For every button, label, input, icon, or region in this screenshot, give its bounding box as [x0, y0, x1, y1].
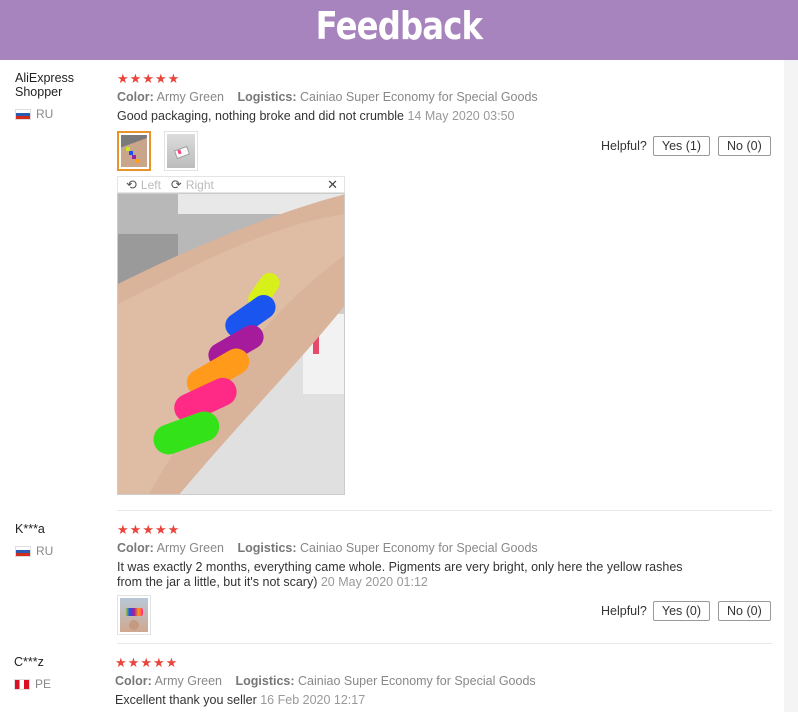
rotate-left-icon[interactable]: ⟲ [126, 177, 137, 193]
review-date: 16 Feb 2020 12:17 [260, 693, 366, 707]
star-icon: ★ [129, 522, 142, 537]
review-text: Good packaging, nothing broke and did no… [117, 109, 515, 124]
helpful-votes: Helpful? Yes (1) No (0) [601, 136, 771, 156]
helpful-yes-button[interactable]: Yes (0) [652, 601, 711, 621]
review-date: 20 May 2020 01:12 [320, 575, 428, 589]
color-value: Army Green [154, 674, 222, 688]
review-divider [117, 510, 772, 511]
peru-flag-icon [14, 678, 30, 690]
star-icon: ★ [117, 71, 129, 86]
reviewer-country: RU [15, 544, 53, 558]
review-text: Excellent thank you seller 16 Feb 2020 1… [115, 693, 365, 708]
close-icon[interactable]: ✕ [327, 177, 338, 193]
country-code: RU [36, 107, 54, 121]
star-icon: ★ [152, 655, 165, 670]
star-icon: ★ [167, 71, 180, 86]
scrollbar[interactable] [784, 60, 798, 712]
star-rating: ★ ★ ★ ★ ★ [115, 656, 177, 669]
color-value: Army Green [156, 541, 224, 555]
order-info: Color: Army Green Logistics: Cainiao Sup… [117, 90, 538, 104]
review-photo-thumbnail-2[interactable] [164, 131, 198, 171]
reviewer-name: AliExpress Shopper [15, 71, 75, 99]
star-icon: ★ [117, 522, 129, 537]
helpful-no-button[interactable]: No (0) [718, 601, 771, 621]
review-text: It was exactly 2 months, everything came… [117, 560, 683, 590]
reviewer-name: C***z [14, 655, 44, 669]
russia-flag-icon [15, 108, 31, 120]
helpful-label: Helpful? [601, 604, 647, 618]
star-icon: ★ [140, 655, 152, 670]
feedback-banner: Feedback [0, 0, 798, 60]
color-label: Color: [117, 541, 154, 555]
country-code: RU [36, 544, 54, 558]
rotate-right-icon[interactable]: ⟳ [171, 177, 182, 193]
country-code: PE [35, 677, 52, 691]
rotate-right-label[interactable]: Right [186, 178, 214, 192]
star-icon: ★ [115, 655, 127, 670]
star-icon: ★ [129, 71, 142, 86]
logistics-value: Cainiao Super Economy for Special Goods [300, 90, 538, 104]
star-icon: ★ [142, 71, 154, 86]
order-info: Color: Army Green Logistics: Cainiao Sup… [115, 674, 536, 688]
thumbnail-image [121, 135, 147, 167]
reviewer-name: K***a [15, 522, 45, 536]
review-photo-enlarged [117, 193, 345, 495]
color-label: Color: [117, 90, 154, 104]
review-body: Excellent thank you seller [115, 693, 257, 707]
reviewer-country: PE [14, 677, 51, 691]
order-info: Color: Army Green Logistics: Cainiao Sup… [117, 541, 538, 555]
logistics-value: Cainiao Super Economy for Special Goods [298, 674, 536, 688]
image-viewer-toolbar: ⟲ Left ⟳ Right ✕ [117, 176, 345, 193]
star-icon: ★ [167, 522, 180, 537]
logistics-label: Logistics: [235, 674, 295, 688]
russia-flag-icon [15, 545, 31, 557]
star-icon: ★ [154, 522, 167, 537]
helpful-yes-button[interactable]: Yes (1) [652, 136, 711, 156]
review-body-line-2: from the jar a little, but it's not scar… [117, 575, 318, 589]
review-divider [117, 643, 772, 644]
star-icon: ★ [142, 522, 154, 537]
star-icon: ★ [154, 71, 167, 86]
color-label: Color: [115, 674, 152, 688]
helpful-no-button[interactable]: No (0) [718, 136, 771, 156]
banner-title: Feedback [315, 4, 483, 48]
star-icon: ★ [165, 655, 178, 670]
review-body: Good packaging, nothing broke and did no… [117, 109, 404, 123]
star-rating: ★ ★ ★ ★ ★ [117, 523, 179, 536]
helpful-label: Helpful? [601, 139, 647, 153]
review-photo-thumbnail-1[interactable] [117, 595, 151, 635]
review-photo-thumbnail-1[interactable] [117, 131, 151, 171]
reviewer-country: RU [15, 107, 53, 121]
helpful-votes: Helpful? Yes (0) No (0) [601, 601, 771, 621]
star-rating: ★ ★ ★ ★ ★ [117, 72, 179, 85]
color-value: Army Green [156, 90, 224, 104]
review-body-line-1: It was exactly 2 months, everything came… [117, 560, 683, 574]
arm-swatches-photo [118, 194, 344, 494]
thumbnail-image [120, 598, 148, 632]
rotate-left-label[interactable]: Left [141, 178, 161, 192]
thumbnail-image [167, 134, 195, 168]
star-icon: ★ [127, 655, 140, 670]
logistics-label: Logistics: [237, 541, 297, 555]
review-date: 14 May 2020 03:50 [407, 109, 515, 123]
logistics-label: Logistics: [237, 90, 297, 104]
logistics-value: Cainiao Super Economy for Special Goods [300, 541, 538, 555]
